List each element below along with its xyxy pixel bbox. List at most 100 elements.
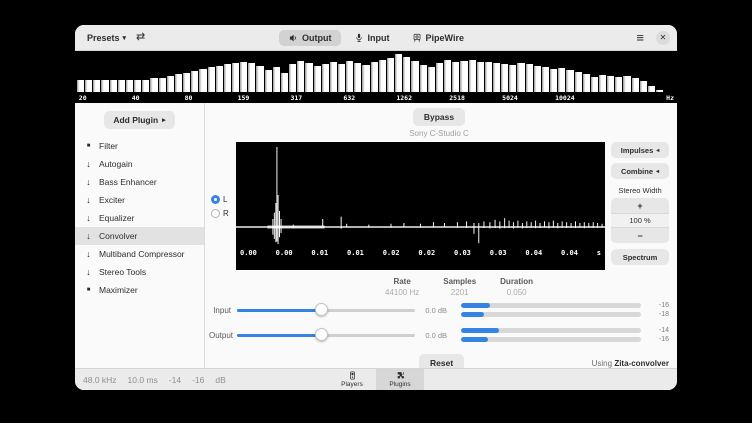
spectrum-bar	[639, 80, 647, 92]
chevron-down-icon: ▾	[122, 34, 127, 42]
latency: 10.0 ms	[127, 374, 158, 385]
chevron-right-icon: ▸	[162, 117, 166, 124]
spectrum-bar	[533, 65, 541, 92]
level-meter	[461, 312, 641, 317]
desktop-background: Presets ▾ ⇄ Output Input PipeWire ≡ ✕ 20…	[0, 0, 752, 423]
spectrum-bar	[199, 69, 207, 92]
spectrum-bar	[607, 76, 615, 92]
radio-button[interactable]	[211, 208, 220, 218]
spectrum-bar	[541, 67, 550, 92]
input-gain-slider[interactable]	[237, 303, 415, 317]
slider-fill	[237, 334, 321, 337]
time-tick-label: 0.02	[382, 249, 400, 257]
sidebar-item-convolver[interactable]: ↓ Convolver	[75, 227, 204, 245]
time-tick-label: 0.02	[418, 249, 436, 257]
sidebar-item-maximizer[interactable]: ■ Maximizer	[75, 281, 204, 299]
stereo-width-label: Stereo Width	[618, 186, 662, 195]
sidebar-item-bass-enhancer[interactable]: ↓ Bass Enhancer	[75, 173, 204, 191]
level-meter	[461, 303, 641, 308]
tab-pipewire-label: PipeWire	[425, 32, 464, 43]
spectrum-bar	[305, 63, 313, 92]
plugin-item-label: Maximizer	[99, 285, 138, 295]
slider-thumb[interactable]	[314, 303, 328, 316]
radio-button[interactable]	[211, 194, 220, 204]
impulses-button[interactable]: Impulses ◂	[611, 142, 669, 158]
input-level-meters	[461, 303, 641, 317]
plugin-item-label: Convolver	[99, 231, 138, 241]
tab-pipewire[interactable]: PipeWire	[403, 30, 473, 46]
arrow-down-icon: ↓	[86, 176, 91, 187]
kernel-info-rate: Rate 44100 Hz	[385, 277, 419, 297]
sidebar-item-autogain[interactable]: ↓ Autogain	[75, 155, 204, 173]
header-bar: Presets ▾ ⇄ Output Input PipeWire ≡ ✕	[75, 25, 677, 51]
spectrum-bar	[492, 63, 501, 92]
channel-label: R	[223, 208, 229, 218]
combine-label: Combine	[620, 166, 654, 176]
plugin-item-label: Exciter	[99, 195, 125, 205]
time-tick-label: 0.03	[489, 249, 507, 257]
spectrum-bar	[623, 76, 631, 92]
spectrum-bar	[386, 58, 395, 92]
spectrum-bar	[419, 64, 427, 92]
close-icon[interactable]: ✕	[656, 30, 670, 45]
spectrum-bar	[550, 68, 558, 92]
width-increase-button[interactable]: +	[611, 198, 669, 213]
status-readout: 48.0 kHz 10.0 ms -14 -16 dB	[83, 375, 226, 385]
plugin-item-label: Stereo Tools	[99, 267, 147, 277]
sidebar-item-multiband-compressor[interactable]: ↓ Multiband Compressor	[75, 245, 204, 263]
square-icon: ■	[86, 143, 91, 149]
level-right: -16	[192, 374, 205, 385]
spectrum-bar	[656, 90, 664, 92]
spectrum-bar	[313, 66, 321, 92]
spectrum-bar	[558, 68, 566, 92]
tab-input[interactable]: Input	[345, 30, 399, 46]
frequency-tick-label: 2518	[449, 94, 465, 102]
spectrum-bar	[346, 60, 354, 92]
menu-icon[interactable]: ≡	[631, 29, 649, 46]
spectrum-bar	[574, 72, 582, 92]
sidebar-item-stereo-tools[interactable]: ↓ Stereo Tools	[75, 263, 204, 281]
channel-radio-l[interactable]: L	[211, 194, 236, 204]
tab-players[interactable]: Players	[328, 369, 376, 390]
spectrum-bar	[476, 61, 484, 92]
output-gain-slider[interactable]	[237, 328, 415, 342]
channel-label: L	[223, 194, 228, 204]
spectrum-button[interactable]: Spectrum	[611, 249, 669, 265]
width-decrease-button[interactable]: −	[611, 228, 669, 243]
spectrum-bar	[444, 60, 452, 92]
channel-radio-r[interactable]: R	[211, 208, 236, 218]
frequency-tick-label: 80	[184, 94, 193, 102]
tab-plugins[interactable]: Plugins	[376, 369, 424, 390]
spectrum-bar	[427, 67, 435, 92]
sidebar-item-filter[interactable]: ■ Filter	[75, 137, 204, 155]
frequency-axis: 20 40 80 159 317 632 1262 2518 5024 10024 Hz	[77, 93, 675, 103]
spectrum-bar	[517, 63, 525, 92]
spectrum-bar	[615, 76, 623, 92]
presets-button[interactable]: Presets ▾	[82, 30, 131, 46]
bypass-button[interactable]: Bypass	[412, 108, 466, 126]
spectrum-bar	[370, 62, 378, 92]
arrow-down-icon: ↓	[86, 212, 91, 223]
spectrum-bar	[85, 80, 93, 92]
shuffle-icon[interactable]: ⇄	[131, 30, 150, 45]
plugin-list: ■ Filter ↓ Autogain ↓ Bass Enhancer ↓ Exciter ↓ E…	[75, 137, 204, 299]
frequency-tick-label: 5024	[502, 94, 518, 102]
microphone-icon	[355, 33, 362, 42]
impulses-label: Impulses	[620, 145, 654, 155]
add-plugin-button[interactable]: Add Plugin ▸	[104, 111, 175, 129]
plugin-item-label: Autogain	[99, 159, 133, 169]
tab-output[interactable]: Output	[279, 29, 341, 46]
sidebar-item-exciter[interactable]: ↓ Exciter	[75, 191, 204, 209]
spectrum-bar	[223, 64, 231, 92]
spectrum-analyzer: 20 40 80 159 317 632 1262 2518 5024 10024 Hz	[75, 51, 677, 103]
channel-selector: LR	[209, 142, 236, 270]
sidebar-item-equalizer[interactable]: ↓ Equalizer	[75, 209, 204, 227]
combine-button[interactable]: Combine ◂	[611, 163, 669, 179]
slider-thumb[interactable]	[314, 328, 328, 341]
spectrum-bar	[207, 67, 215, 92]
arrow-down-icon: ↓	[86, 248, 91, 259]
spectrum-bar	[599, 75, 607, 92]
bypass-row: Bypass	[209, 108, 669, 126]
arrow-down-icon: ↓	[86, 266, 91, 277]
spectrum-bar	[125, 80, 134, 92]
